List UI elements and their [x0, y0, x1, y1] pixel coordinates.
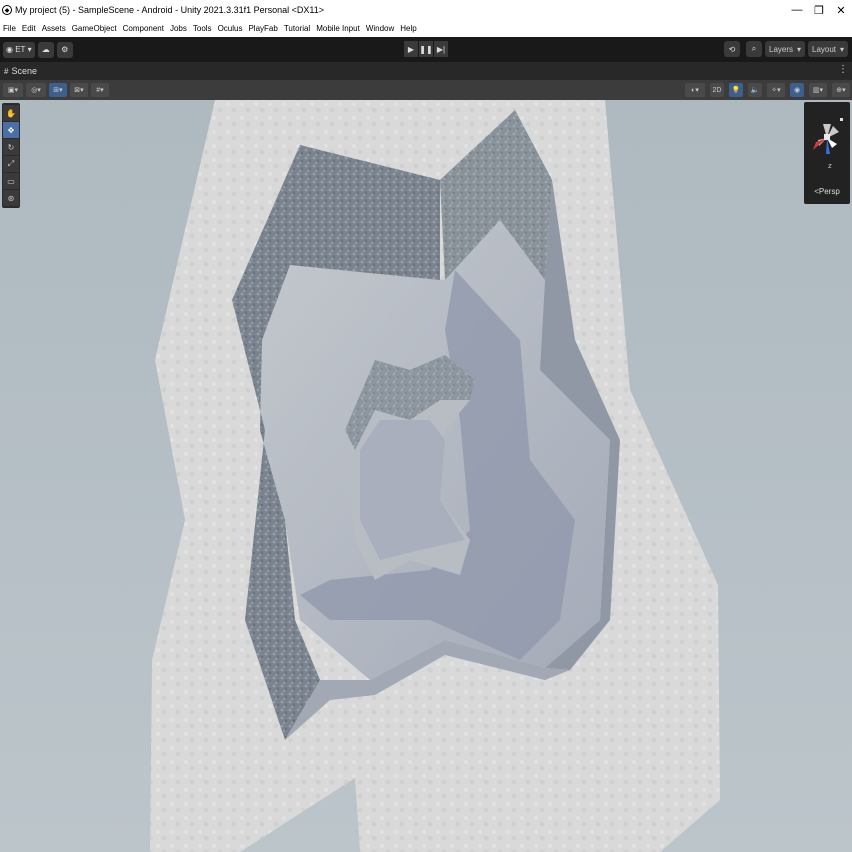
lighting-toggle-icon[interactable]: 💡	[729, 83, 743, 97]
layers-dropdown[interactable]: Layers ▾	[765, 41, 805, 57]
shading-mode-dropdown[interactable]: ◐▾	[685, 83, 705, 97]
menu-help[interactable]: Help	[397, 24, 419, 33]
snap-toggle[interactable]: #▾	[91, 83, 109, 97]
scene-toolbar-right: ◐▾ 2D 💡 🔈 ✧▾ ◉ ▥▾ ⊕▾	[682, 83, 850, 97]
menu-assets[interactable]: Assets	[39, 24, 69, 33]
step-button[interactable]: ▶|	[434, 41, 448, 57]
visibility-toggle-icon[interactable]: ◉	[790, 83, 804, 97]
transform-tool-icon[interactable]: ⊛	[3, 190, 19, 206]
account-label: ET	[15, 45, 26, 54]
menu-gameobject[interactable]: GameObject	[69, 24, 120, 33]
layout-dropdown[interactable]: Layout ▾	[808, 41, 848, 57]
menu-mobile-input[interactable]: Mobile Input	[313, 24, 363, 33]
toolbar-right: ⟲ ⌕ Layers ▾ Layout ▾	[721, 41, 848, 57]
window-title: My project (5) - SampleScene - Android -…	[15, 5, 324, 15]
chevron-down-icon: ▾	[796, 44, 801, 54]
account-icon: ◉	[6, 45, 16, 54]
menu-window[interactable]: Window	[363, 24, 397, 33]
menu-file[interactable]: File	[0, 24, 19, 33]
projection-toggle[interactable]: <Persp	[804, 187, 850, 196]
scene-tab-bar: # Scene ⋮	[0, 62, 852, 80]
unity-logo-icon: ◆	[2, 5, 12, 15]
grid-icon: #	[4, 66, 9, 76]
menu-component[interactable]: Component	[120, 24, 167, 33]
play-controls: ▶ ❚❚ ▶|	[404, 41, 448, 57]
layers-label: Layers	[769, 44, 794, 54]
play-button[interactable]: ▶	[404, 41, 418, 57]
scene-render	[150, 100, 720, 852]
history-icon[interactable]: ⟲	[724, 41, 740, 57]
axis-z-label: z	[828, 162, 832, 170]
cloud-icon[interactable]: ☁	[37, 41, 54, 58]
collab-gear-icon[interactable]: ⚙	[56, 41, 73, 58]
audio-toggle-icon[interactable]: 🔈	[748, 83, 762, 97]
menu-edit[interactable]: Edit	[19, 24, 39, 33]
chevron-down-icon: ▾	[839, 44, 844, 54]
effects-dropdown-icon[interactable]: ✧▾	[767, 83, 785, 97]
rotate-tool-icon[interactable]: ↻	[3, 139, 19, 155]
mode-2d-toggle[interactable]: 2D	[710, 83, 724, 97]
menu-tutorial[interactable]: Tutorial	[281, 24, 313, 33]
render-mode-dropdown[interactable]: ◎▾	[26, 83, 46, 97]
more-options-icon[interactable]: ⋮	[838, 64, 848, 75]
menu-jobs[interactable]: Jobs	[167, 24, 190, 33]
draw-mode-dropdown[interactable]: ▣▾	[3, 83, 23, 97]
global-toggle[interactable]: ⊠▾	[70, 83, 88, 97]
title-bar: ◆ My project (5) - SampleScene - Android…	[0, 0, 852, 20]
rect-tool-icon[interactable]: ▭	[3, 173, 19, 189]
tab-scene[interactable]: Scene	[11, 66, 37, 76]
chevron-down-icon: ▾	[25, 45, 32, 54]
orientation-gizmo[interactable]: z <Persp	[804, 102, 850, 204]
scale-tool-icon[interactable]: ⤢	[3, 156, 19, 172]
menu-playfab[interactable]: PlayFab	[245, 24, 280, 33]
view-tool-hand-icon[interactable]: ✋	[3, 105, 19, 121]
maximize-button[interactable]: ❐	[808, 4, 830, 17]
minimize-button[interactable]: —	[786, 4, 808, 16]
projection-label: Persp	[818, 187, 840, 196]
camera-dropdown-icon[interactable]: ▥▾	[809, 83, 827, 97]
gizmos-dropdown-icon[interactable]: ⊕▾	[832, 83, 850, 97]
main-toolbar: ◉ ET ▾ ☁ ⚙ ▶ ❚❚ ▶| ⟲ ⌕ Layers ▾ Layout ▾	[0, 37, 852, 62]
scene-toolbar: ▣▾ ◎▾ ⊞▾ ⊠▾ #▾ ◐▾ 2D 💡 🔈 ✧▾ ◉ ▥▾ ⊕▾	[0, 80, 852, 100]
layout-label: Layout	[812, 44, 837, 54]
menu-tools[interactable]: Tools	[190, 24, 215, 33]
transform-tools: ✋ ✥ ↻ ⤢ ▭ ⊛	[2, 103, 20, 208]
close-button[interactable]: ✕	[830, 4, 852, 17]
pivot-toggle[interactable]: ⊞▾	[49, 83, 67, 97]
account-dropdown[interactable]: ◉ ET ▾	[3, 41, 35, 58]
scene-viewport[interactable]	[0, 100, 852, 852]
menu-bar: File Edit Assets GameObject Component Jo…	[0, 20, 852, 37]
move-tool-icon[interactable]: ✥	[3, 122, 19, 138]
unity-editor: ◆ My project (5) - SampleScene - Android…	[0, 0, 852, 852]
pause-button[interactable]: ❚❚	[419, 41, 433, 57]
search-icon[interactable]: ⌕	[746, 41, 762, 57]
axis-gizmo-icon: z	[813, 118, 843, 170]
menu-oculus[interactable]: Oculus	[215, 24, 246, 33]
